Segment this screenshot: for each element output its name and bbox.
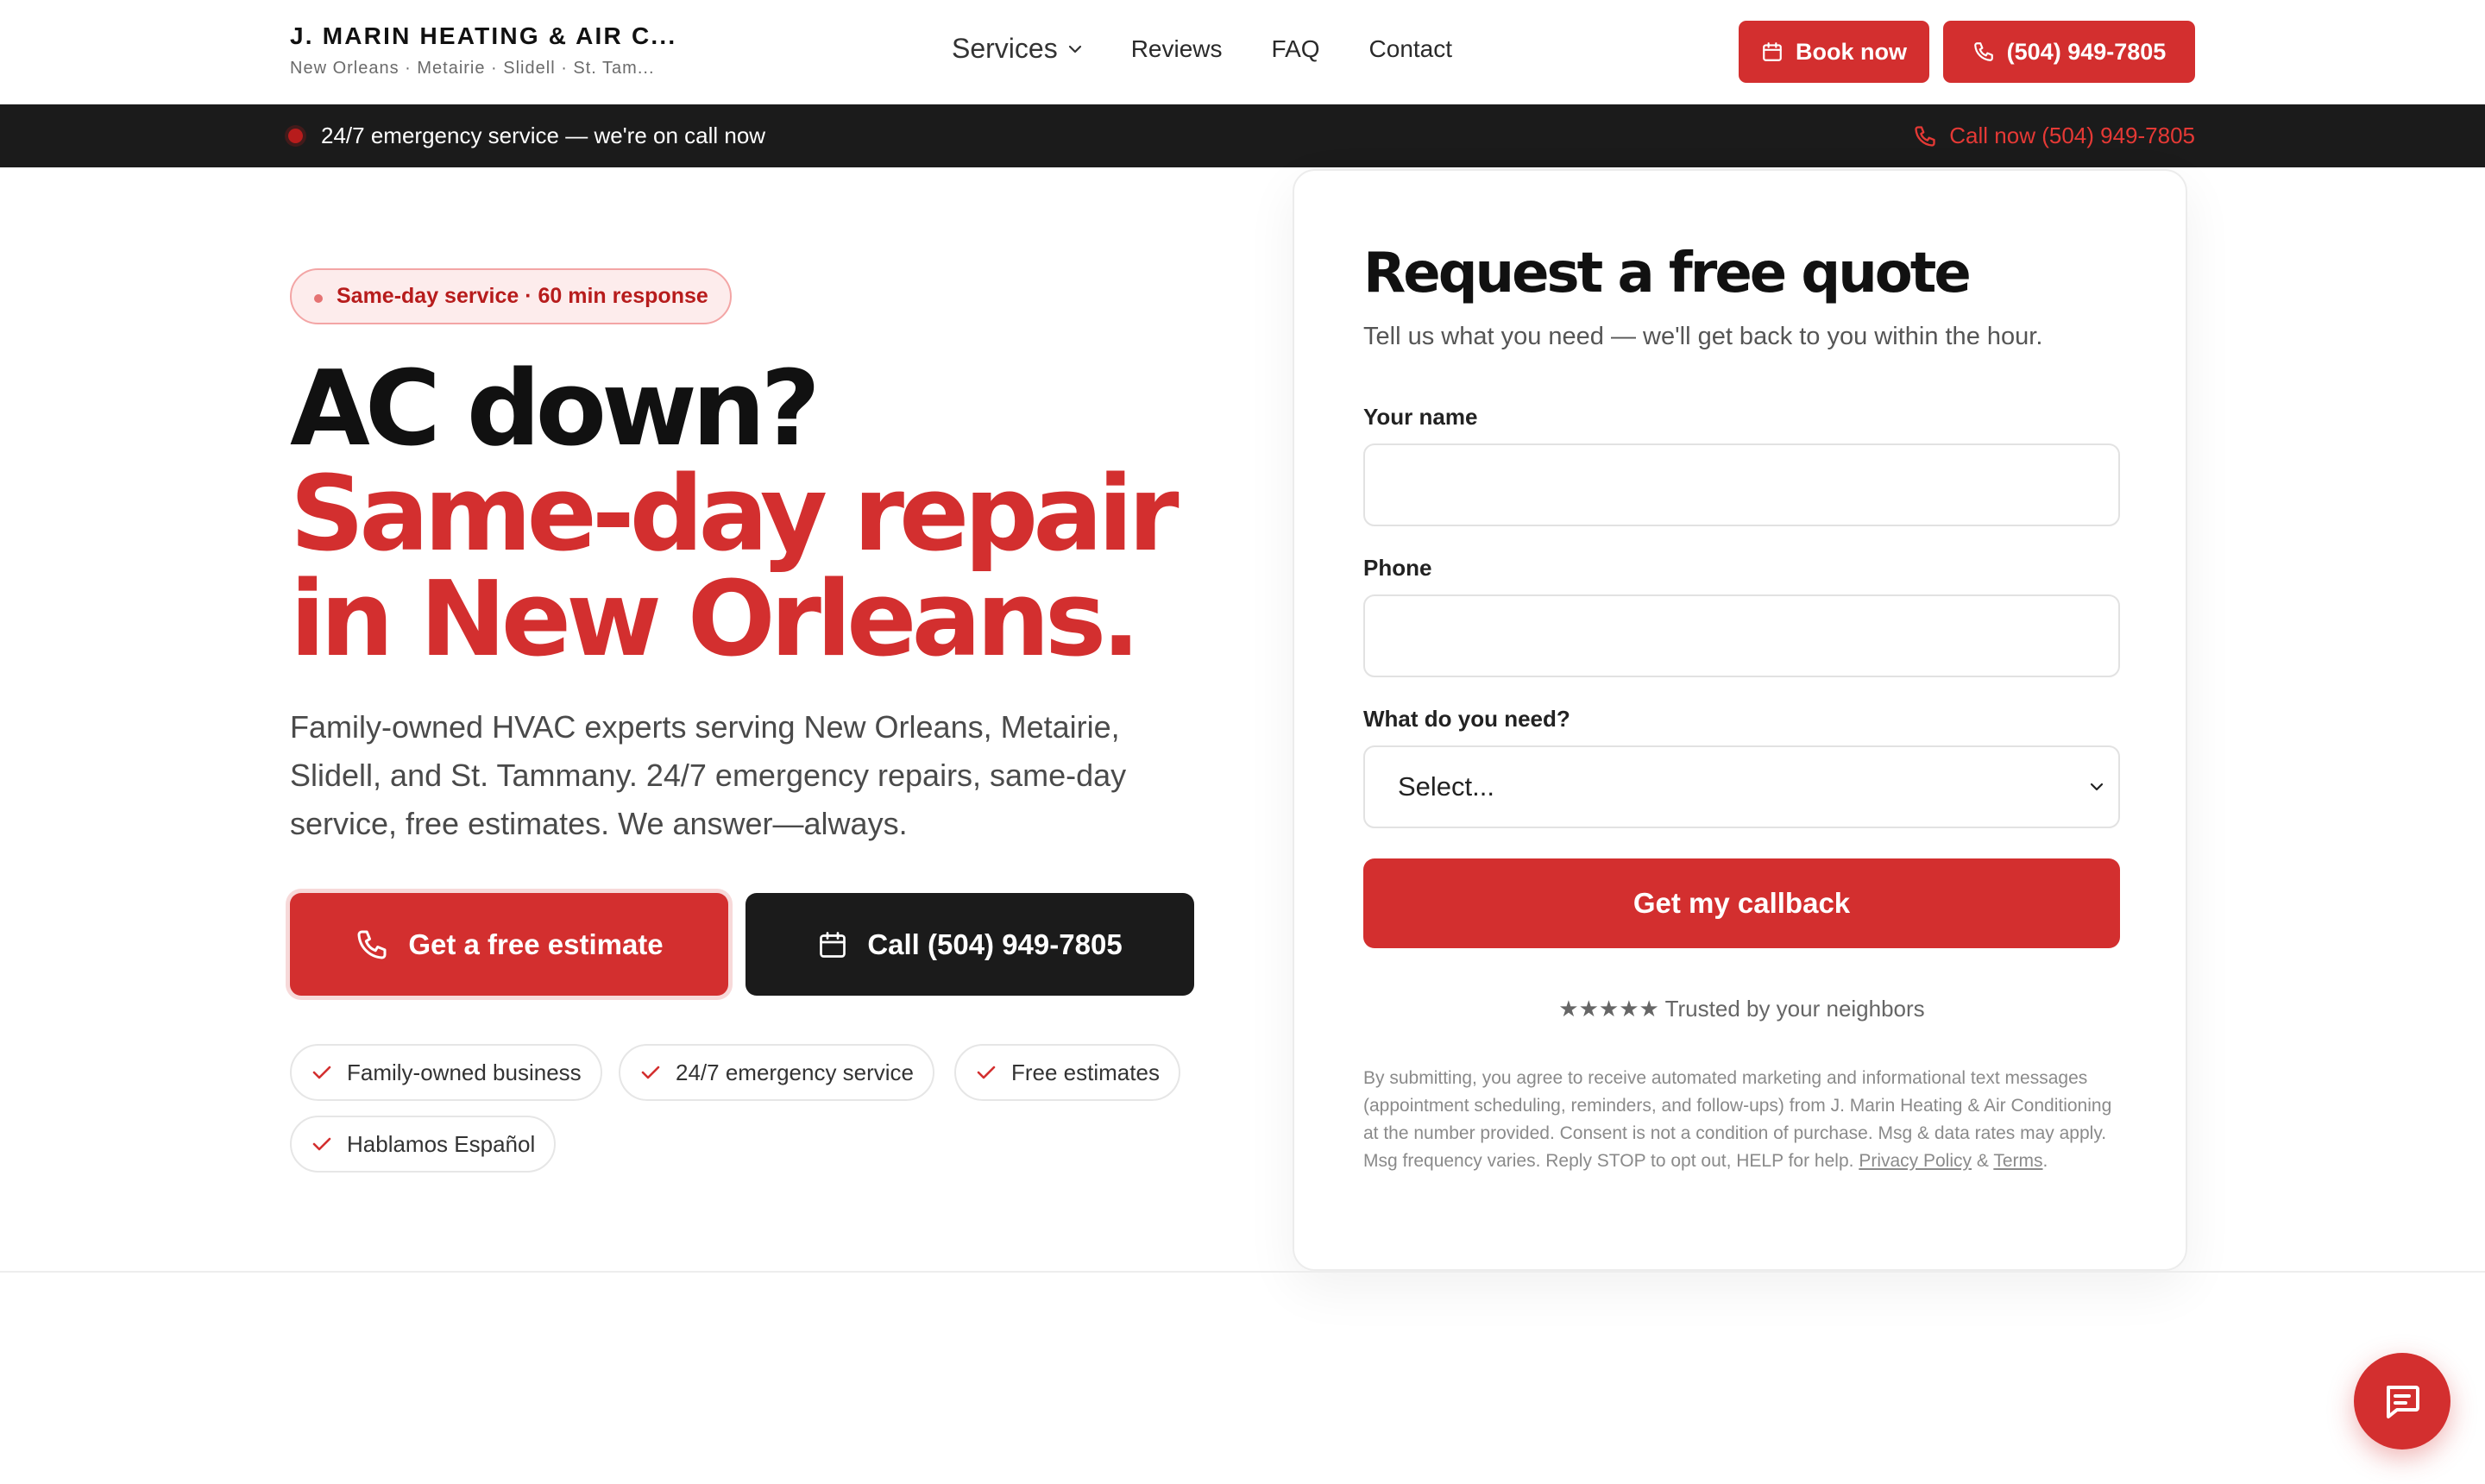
hero-description: Family-owned HVAC experts serving New Or… — [290, 709, 1127, 841]
emergency-call-link[interactable]: Call now (504) 949-7805 — [1913, 123, 2195, 149]
brand[interactable]: J. MARIN HEATING & AIR C... New Orleans … — [290, 22, 676, 79]
check-icon — [641, 1066, 660, 1079]
headline-line-1: AC down? — [290, 349, 821, 469]
chat-icon — [2387, 1386, 2419, 1418]
feature-chip: Hablamos Español — [290, 1116, 557, 1173]
feature-chip-label: 24/7 emergency service — [676, 1059, 915, 1085]
calendar-icon — [820, 931, 846, 958]
feature-chip: Family-owned business — [290, 1044, 602, 1101]
legal-period: . — [2042, 1151, 2048, 1171]
book-now-button[interactable]: Book now — [1739, 21, 1929, 83]
calendar-icon — [1763, 42, 1782, 61]
phone-icon — [357, 930, 387, 959]
header-phone-label: (504) 949-7805 — [2006, 38, 2167, 65]
nav-services-label: Services — [952, 33, 1058, 64]
call-button[interactable]: Call (504) 949-7805 — [746, 893, 1194, 996]
site-header: J. MARIN HEATING & AIR C... New Orleans … — [0, 0, 2485, 104]
response-badge-text: Same-day service · 60 min response — [337, 284, 708, 308]
feature-chip-label: Free estimates — [1011, 1059, 1160, 1085]
free-estimate-button[interactable]: Get a free estimate — [290, 893, 728, 996]
feature-chip-label: Hablamos Español — [347, 1130, 536, 1157]
nav-services[interactable]: Services — [952, 33, 1082, 65]
brand-service-areas: New Orleans · Metairie · Slidell · St. T… — [290, 59, 655, 78]
get-callback-button[interactable]: Get my callback — [1363, 858, 2120, 948]
free-estimate-label: Get a free estimate — [408, 928, 664, 960]
nav-reviews[interactable]: Reviews — [1131, 35, 1223, 63]
nav-contact[interactable]: Contact — [1369, 35, 1453, 63]
phone-input[interactable] — [1363, 594, 2120, 677]
response-badge: Same-day service · 60 min response — [290, 268, 732, 324]
emergency-bar: 24/7 emergency service — we're on call n… — [0, 104, 2485, 167]
name-label: Your name — [1363, 404, 1478, 430]
main-nav: Services Reviews FAQ Contact — [952, 33, 1501, 65]
quote-form-card: Request a free quote Tell us what you ne… — [1293, 169, 2187, 1271]
chevron-down-icon — [1068, 45, 1081, 53]
terms-link[interactable]: Terms — [1993, 1151, 2042, 1171]
chat-button[interactable] — [2354, 1353, 2450, 1449]
headline-line-3: in New Orleans. — [290, 560, 1141, 680]
nav-faq[interactable]: FAQ — [1272, 35, 1320, 63]
check-icon — [312, 1066, 331, 1079]
section-divider — [0, 1271, 2485, 1273]
phone-label: Phone — [1363, 555, 1432, 581]
feature-chip: 24/7 emergency service — [619, 1044, 935, 1101]
legal-ampersand: & — [1976, 1151, 1989, 1171]
need-select[interactable]: Select... — [1363, 745, 2120, 828]
badge-dot — [314, 294, 323, 303]
check-icon — [977, 1066, 996, 1079]
quote-form-title: Request a free quote — [1363, 242, 1972, 305]
brand-name: J. MARIN HEATING & AIR C... — [290, 22, 677, 49]
check-icon — [312, 1137, 331, 1151]
name-input[interactable] — [1363, 443, 2120, 526]
privacy-policy-link[interactable]: Privacy Policy — [1859, 1151, 1972, 1171]
call-button-label: Call (504) 949-7805 — [867, 928, 1123, 960]
feature-chip: Free estimates — [954, 1044, 1180, 1101]
trust-rating: ★★★★★ Trusted by your neighbors — [1558, 996, 1925, 1022]
emergency-call-label: Call now (504) 949-7805 — [1949, 123, 2195, 148]
chevron-down-icon — [2090, 783, 2104, 791]
book-now-label: Book now — [1796, 38, 1907, 65]
feature-chip-label: Family-owned business — [347, 1059, 582, 1085]
phone-icon — [1973, 42, 1993, 61]
phone-icon — [1915, 125, 1935, 147]
headline-line-2: Same-day repair — [290, 455, 1180, 575]
emergency-text: 24/7 emergency service — we're on call n… — [321, 123, 766, 148]
quote-form-subtitle: Tell us what you need — we'll get back t… — [1363, 323, 2043, 350]
header-phone-button[interactable]: (504) 949-7805 — [1943, 21, 2195, 83]
live-indicator-dot — [288, 129, 303, 143]
consent-disclaimer: By submitting, you agree to receive auto… — [1363, 1065, 2120, 1175]
need-label: What do you need? — [1363, 706, 1570, 732]
need-select-value: Select... — [1398, 771, 1494, 802]
